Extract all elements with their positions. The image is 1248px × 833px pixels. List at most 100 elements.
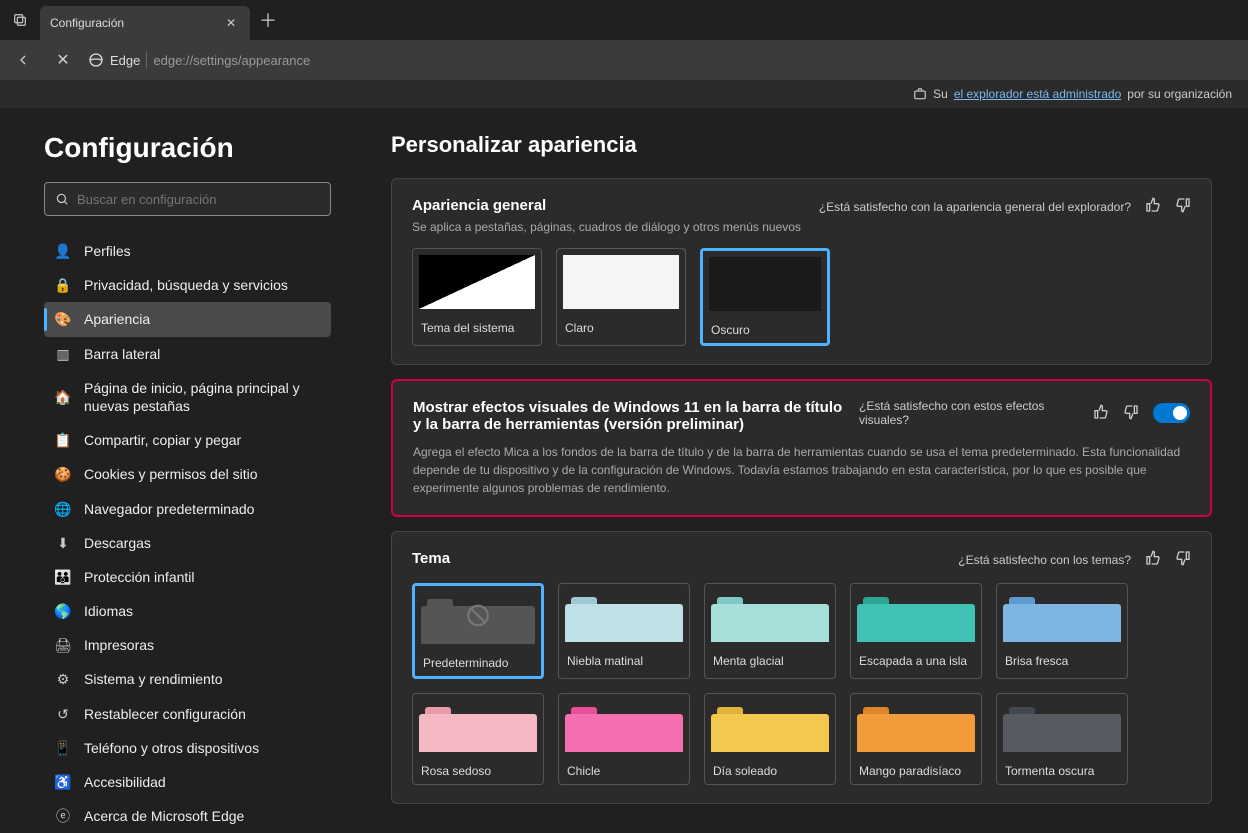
managed-prefix: Su: [933, 87, 948, 101]
theme-swatch: [559, 694, 689, 758]
sidebar-item-2[interactable]: 🎨Apariencia: [44, 302, 331, 336]
swatch: [413, 249, 541, 315]
nav-label: Impresoras: [84, 636, 154, 654]
theme-card[interactable]: Tormenta oscura: [996, 693, 1128, 785]
sidebar-item-15[interactable]: ♿ Accesibilidad: [44, 765, 331, 799]
tab-actions-icon[interactable]: [0, 12, 40, 28]
nav-icon: 👪: [54, 568, 72, 586]
general-sub: Se aplica a pestañas, páginas, cuadros d…: [412, 220, 801, 234]
nav-label: Barra lateral: [84, 345, 160, 363]
effects-toggle[interactable]: [1153, 403, 1190, 423]
sidebar-item-9[interactable]: 👪 Protección infantil: [44, 560, 331, 594]
nav-icon: ⬇: [54, 534, 72, 552]
site-identity[interactable]: Edge edge://settings/appearance: [88, 52, 310, 68]
nav-icon: 🌎: [54, 602, 72, 620]
appearance-option-1[interactable]: Claro: [556, 248, 686, 346]
thumbs-up-icon[interactable]: [1145, 550, 1161, 569]
theme-swatch: [705, 694, 835, 758]
nav-label: Protección infantil: [84, 568, 195, 586]
nav-icon: 📋: [54, 431, 72, 449]
theme-label: Niebla matinal: [559, 648, 689, 674]
nav-icon: ♿: [54, 773, 72, 791]
sidebar-item-16[interactable]: ⓔAcerca de Microsoft Edge: [44, 799, 331, 833]
main-panel: Personalizar apariencia Apariencia gener…: [355, 108, 1248, 811]
managed-link[interactable]: el explorador está administrado: [954, 87, 1121, 101]
sidebar-item-8[interactable]: ⬇Descargas: [44, 526, 331, 560]
url-text: edge://settings/appearance: [153, 53, 310, 68]
nav-label: Privacidad, búsqueda y servicios: [84, 276, 288, 294]
theme-label: Predeterminado: [415, 650, 541, 676]
sidebar-item-14[interactable]: 📱 Teléfono y otros dispositivos: [44, 731, 331, 765]
theme-label: Brisa fresca: [997, 648, 1127, 674]
theme-swatch: [997, 584, 1127, 648]
swatch: [703, 251, 827, 317]
theme-card[interactable]: Brisa fresca: [996, 583, 1128, 679]
theme-title: Tema: [412, 550, 450, 567]
effects-feedback-text: ¿Está satisfecho con estos efectos visua…: [859, 399, 1079, 427]
thumbs-down-icon[interactable]: [1175, 550, 1191, 569]
theme-card[interactable]: Niebla matinal: [558, 583, 690, 679]
nav-label: Página de inicio, página principal y nue…: [84, 379, 321, 415]
nav-icon: ▥: [54, 345, 72, 363]
appearance-option-0[interactable]: Tema del sistema: [412, 248, 542, 346]
close-tab-icon[interactable]: ✕: [222, 16, 240, 30]
theme-label: Día soleado: [705, 758, 835, 784]
title-bar: Configuración ✕ ＋: [0, 0, 1248, 40]
search-icon: [55, 192, 69, 206]
browser-name: Edge: [110, 53, 140, 68]
nav-label: Sistema y rendimiento: [84, 670, 223, 688]
close-icon[interactable]: ✕: [48, 45, 78, 75]
theme-card[interactable]: Mango paradisíaco: [850, 693, 982, 785]
sidebar-item-12[interactable]: ⚙Sistema y rendimiento: [44, 662, 331, 696]
search-input[interactable]: [77, 192, 320, 207]
tab-title: Configuración: [50, 16, 124, 30]
thumbs-up-icon[interactable]: [1145, 197, 1161, 216]
sidebar-title: Configuración: [44, 132, 331, 164]
no-sign-icon: [465, 603, 491, 634]
theme-card[interactable]: Predeterminado: [412, 583, 544, 679]
option-label: Claro: [557, 315, 685, 341]
theme-label: Rosa sedoso: [413, 758, 543, 784]
nav-label: Accesibilidad: [84, 773, 166, 791]
effects-title: Mostrar efectos visuales de Windows 11 e…: [413, 399, 843, 433]
nav-label: Teléfono y otros dispositivos: [84, 739, 259, 757]
sidebar-item-4[interactable]: 🏠 Página de inicio, página principal y nu…: [44, 371, 331, 423]
thumbs-up-icon[interactable]: [1093, 404, 1109, 423]
new-tab-button[interactable]: ＋: [250, 7, 286, 33]
thumbs-down-icon[interactable]: [1175, 197, 1191, 216]
nav-label: Acerca de Microsoft Edge: [84, 807, 244, 825]
theme-card[interactable]: Chicle: [558, 693, 690, 785]
thumbs-down-icon[interactable]: [1123, 404, 1139, 423]
sidebar-item-1[interactable]: 🔒Privacidad, búsqueda y servicios: [44, 268, 331, 302]
theme-card[interactable]: Escapada a una isla: [850, 583, 982, 679]
theme-label: Mango paradisíaco: [851, 758, 981, 784]
sidebar-item-0[interactable]: 👤 Perfiles: [44, 234, 331, 268]
sidebar-item-13[interactable]: ↺Restablecer configuración: [44, 697, 331, 731]
nav-icon: 🖨: [54, 636, 72, 654]
sidebar-item-7[interactable]: 🌐Navegador predeterminado: [44, 492, 331, 526]
sidebar-item-10[interactable]: 🌎Idiomas: [44, 594, 331, 628]
theme-card[interactable]: Rosa sedoso: [412, 693, 544, 785]
sidebar-item-11[interactable]: 🖨 Impresoras: [44, 628, 331, 662]
browser-tab[interactable]: Configuración ✕: [40, 6, 250, 40]
theme-card[interactable]: Día soleado: [704, 693, 836, 785]
general-feedback-text: ¿Está satisfecho con la apariencia gener…: [819, 200, 1131, 214]
nav-icon: 👤: [54, 242, 72, 260]
search-input-wrapper[interactable]: [44, 182, 331, 216]
theme-swatch: [705, 584, 835, 648]
nav-label: Restablecer configuración: [84, 705, 246, 723]
sidebar-item-3[interactable]: ▥ Barra lateral: [44, 337, 331, 371]
theme-card[interactable]: Menta glacial: [704, 583, 836, 679]
swatch: [557, 249, 685, 315]
appearance-option-2[interactable]: Oscuro: [700, 248, 830, 346]
theme-label: Escapada a una isla: [851, 648, 981, 674]
nav-icon: 🏠: [54, 388, 72, 406]
page-title: Personalizar apariencia: [391, 132, 1212, 158]
nav-icon: 📱: [54, 739, 72, 757]
sidebar-item-5[interactable]: 📋Compartir, copiar y pegar: [44, 423, 331, 457]
theme-label: Menta glacial: [705, 648, 835, 674]
theme-swatch: [851, 584, 981, 648]
sidebar-item-6[interactable]: 🍪Cookies y permisos del sitio: [44, 457, 331, 491]
back-button[interactable]: [8, 45, 38, 75]
nav-label: Perfiles: [84, 242, 131, 260]
